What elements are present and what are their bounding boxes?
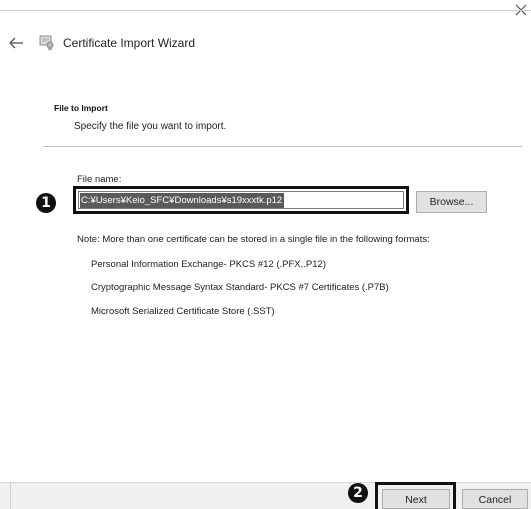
window-left-border xyxy=(10,482,11,509)
section-heading: File to Import xyxy=(54,103,108,113)
file-name-value: C:¥Users¥Keio_SFC¥Downloads¥s19xxxtk.p12 xyxy=(80,192,285,208)
format-item: Personal Information Exchange- PKCS #12 … xyxy=(91,259,326,270)
certificate-import-wizard-window: Certificate Import Wizard File to Import… xyxy=(0,0,531,509)
file-name-label: File name: xyxy=(77,174,122,185)
file-name-input[interactable]: C:¥Users¥Keio_SFC¥Downloads¥s19xxxtk.p12 xyxy=(78,191,404,209)
format-item: Cryptographic Message Syntax Standard- P… xyxy=(91,282,389,293)
certificate-icon xyxy=(39,35,54,51)
formats-note: Note: More than one certificate can be s… xyxy=(77,234,430,245)
back-arrow-icon[interactable] xyxy=(8,36,24,50)
section-divider xyxy=(44,146,522,147)
window-top-border xyxy=(0,10,531,11)
next-button[interactable]: Next xyxy=(382,489,450,509)
wizard-title: Certificate Import Wizard xyxy=(63,36,196,50)
format-item: Microsoft Serialized Certificate Store (… xyxy=(91,306,275,317)
browse-button[interactable]: Browse... xyxy=(416,191,487,213)
step-marker-1: 1 xyxy=(36,193,56,213)
step-marker-2: 2 xyxy=(348,483,368,503)
cancel-button[interactable]: Cancel xyxy=(462,489,528,509)
section-subtitle: Specify the file you want to import. xyxy=(74,121,227,132)
